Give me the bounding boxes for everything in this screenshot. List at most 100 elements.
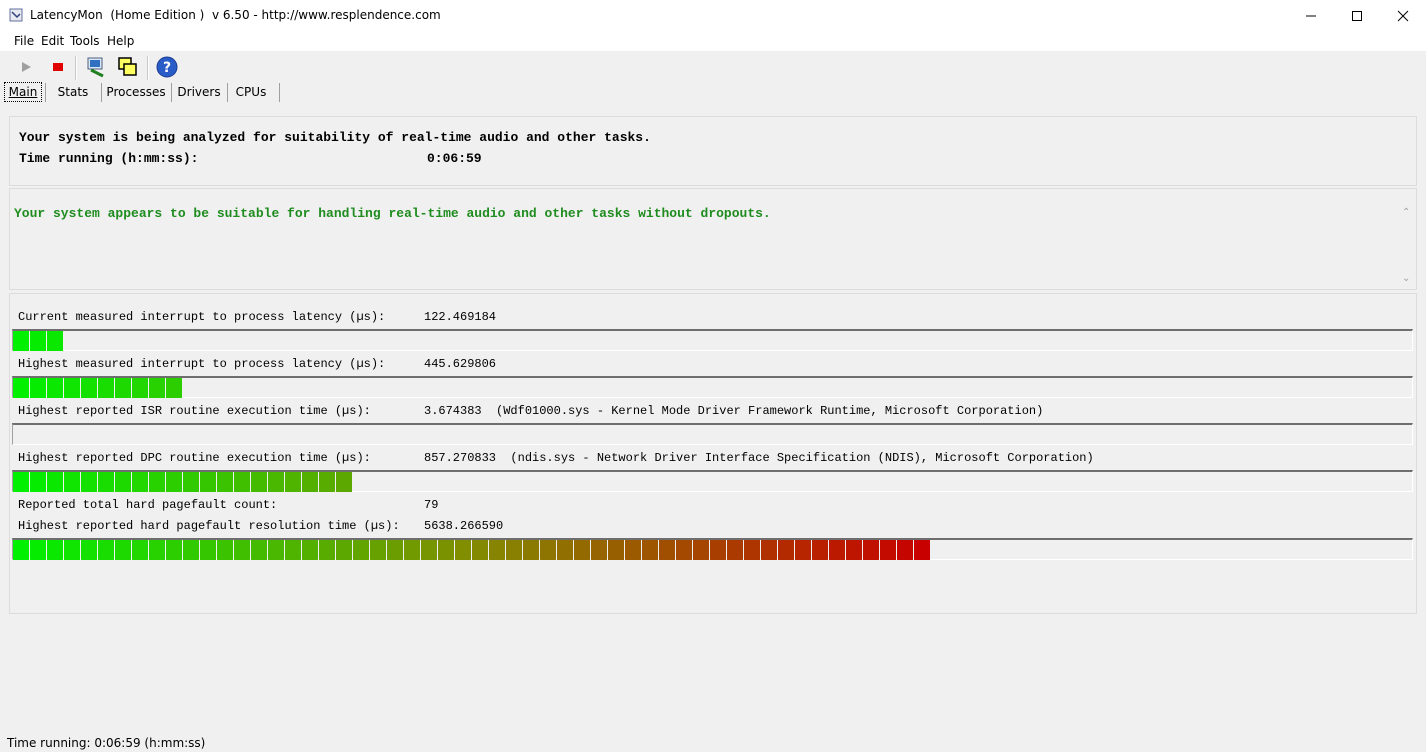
menu-file[interactable]: File bbox=[14, 34, 34, 48]
bar-segment bbox=[268, 472, 284, 492]
bar-segment bbox=[438, 540, 454, 560]
bar-segment bbox=[370, 540, 386, 560]
tab-label: Processes bbox=[106, 85, 166, 99]
bar-segment bbox=[81, 472, 97, 492]
bar-segment bbox=[319, 472, 335, 492]
bar-segment bbox=[149, 540, 165, 560]
tab-drivers[interactable]: Drivers bbox=[176, 82, 222, 102]
bar-segment bbox=[13, 472, 29, 492]
bar-segment bbox=[336, 472, 352, 492]
bar-segment bbox=[659, 540, 675, 560]
analysis-panel: Your system is being analyzed for suitab… bbox=[9, 116, 1417, 186]
close-button[interactable] bbox=[1380, 0, 1426, 31]
latency-bar-fill bbox=[13, 331, 64, 351]
analyze-button[interactable] bbox=[83, 54, 109, 80]
bar-segment bbox=[506, 540, 522, 560]
bar-segment bbox=[30, 472, 46, 492]
bar-segment bbox=[200, 472, 216, 492]
bar-segment bbox=[455, 540, 471, 560]
tab-label: Drivers bbox=[177, 85, 221, 99]
bar-segment bbox=[13, 378, 29, 398]
bar-segment bbox=[302, 472, 318, 492]
tab-main[interactable]: Main bbox=[4, 82, 42, 102]
menu-edit[interactable]: Edit bbox=[41, 34, 64, 48]
help-button[interactable]: ? bbox=[154, 54, 180, 80]
metric-label: Highest reported ISR routine execution t… bbox=[18, 404, 371, 418]
tab-stats[interactable]: Stats bbox=[50, 82, 96, 102]
bar-segment bbox=[81, 378, 97, 398]
pagefault-time-label: Highest reported hard pagefault resoluti… bbox=[18, 519, 400, 533]
svg-text:?: ? bbox=[163, 60, 171, 76]
bar-segment bbox=[693, 540, 709, 560]
tab-processes[interactable]: Processes bbox=[106, 82, 166, 102]
windows-icon bbox=[118, 57, 137, 76]
minimize-button[interactable] bbox=[1288, 0, 1334, 31]
bar-segment bbox=[30, 378, 46, 398]
maximize-button[interactable] bbox=[1334, 0, 1380, 31]
latency-bar bbox=[12, 376, 1413, 398]
tab-separator bbox=[45, 83, 46, 102]
latency-bar-fill bbox=[13, 472, 353, 492]
latency-bar bbox=[12, 423, 1413, 445]
latency-bar bbox=[12, 329, 1413, 351]
bar-segment bbox=[64, 472, 80, 492]
analyze-icon bbox=[87, 57, 104, 78]
bar-segment bbox=[744, 540, 760, 560]
scroll-up-arrow[interactable]: ⌃ bbox=[1402, 207, 1410, 218]
stop-icon bbox=[53, 63, 63, 71]
toolbar-separator bbox=[75, 56, 77, 80]
toolbar: ? bbox=[0, 52, 1426, 82]
verdict-panel: Your system appears to be suitable for h… bbox=[9, 188, 1417, 290]
bar-segment bbox=[98, 472, 114, 492]
bar-segment bbox=[812, 540, 828, 560]
menu-tools[interactable]: Tools bbox=[70, 34, 100, 48]
bar-segment bbox=[47, 378, 63, 398]
minimize-icon bbox=[1306, 15, 1316, 16]
tab-cpus[interactable]: CPUs bbox=[232, 82, 270, 102]
bar-segment bbox=[166, 472, 182, 492]
tab-separator bbox=[227, 83, 228, 102]
windows-button[interactable] bbox=[115, 54, 141, 80]
bar-segment bbox=[914, 540, 930, 560]
stop-button[interactable] bbox=[45, 54, 71, 80]
metric-value: 3.674383 (Wdf01000.sys - Kernel Mode Dri… bbox=[424, 404, 1044, 418]
bar-segment bbox=[149, 472, 165, 492]
bar-segment bbox=[710, 540, 726, 560]
start-button[interactable] bbox=[13, 54, 39, 80]
verdict-text: Your system appears to be suitable for h… bbox=[14, 206, 771, 221]
bar-segment bbox=[319, 540, 335, 560]
bar-segment bbox=[234, 540, 250, 560]
metric-value: 857.270833 (ndis.sys - Network Driver In… bbox=[424, 451, 1094, 465]
app-icon bbox=[9, 8, 23, 22]
bar-segment bbox=[200, 540, 216, 560]
bar-segment bbox=[47, 472, 63, 492]
bar-segment bbox=[251, 472, 267, 492]
bar-segment bbox=[149, 378, 165, 398]
bar-segment bbox=[64, 540, 80, 560]
analysis-text: Your system is being analyzed for suitab… bbox=[19, 130, 651, 145]
tab-strip: Main Stats Processes Drivers CPUs bbox=[0, 82, 1426, 102]
help-icon: ? bbox=[156, 56, 178, 78]
bar-segment bbox=[863, 540, 879, 560]
latency-bar bbox=[12, 538, 1413, 560]
bar-segment bbox=[166, 540, 182, 560]
time-running-value: 0:06:59 bbox=[427, 151, 482, 166]
bar-segment bbox=[217, 540, 233, 560]
bar-segment bbox=[251, 540, 267, 560]
play-icon bbox=[22, 62, 31, 72]
bar-segment bbox=[472, 540, 488, 560]
pagefault-count-value: 79 bbox=[424, 498, 439, 512]
latency-bar-fill bbox=[13, 540, 931, 560]
menu-help[interactable]: Help bbox=[107, 34, 134, 48]
bar-segment bbox=[557, 540, 573, 560]
bar-segment bbox=[846, 540, 862, 560]
bar-segment bbox=[81, 540, 97, 560]
scroll-down-arrow[interactable]: ⌄ bbox=[1402, 273, 1410, 284]
toolbar-separator bbox=[147, 56, 149, 80]
latency-bar bbox=[12, 470, 1413, 492]
pagefault-count-label: Reported total hard pagefault count: bbox=[18, 498, 278, 512]
latency-bar-fill bbox=[13, 378, 183, 398]
bar-segment bbox=[336, 540, 352, 560]
bar-segment bbox=[115, 378, 131, 398]
bar-segment bbox=[387, 540, 403, 560]
